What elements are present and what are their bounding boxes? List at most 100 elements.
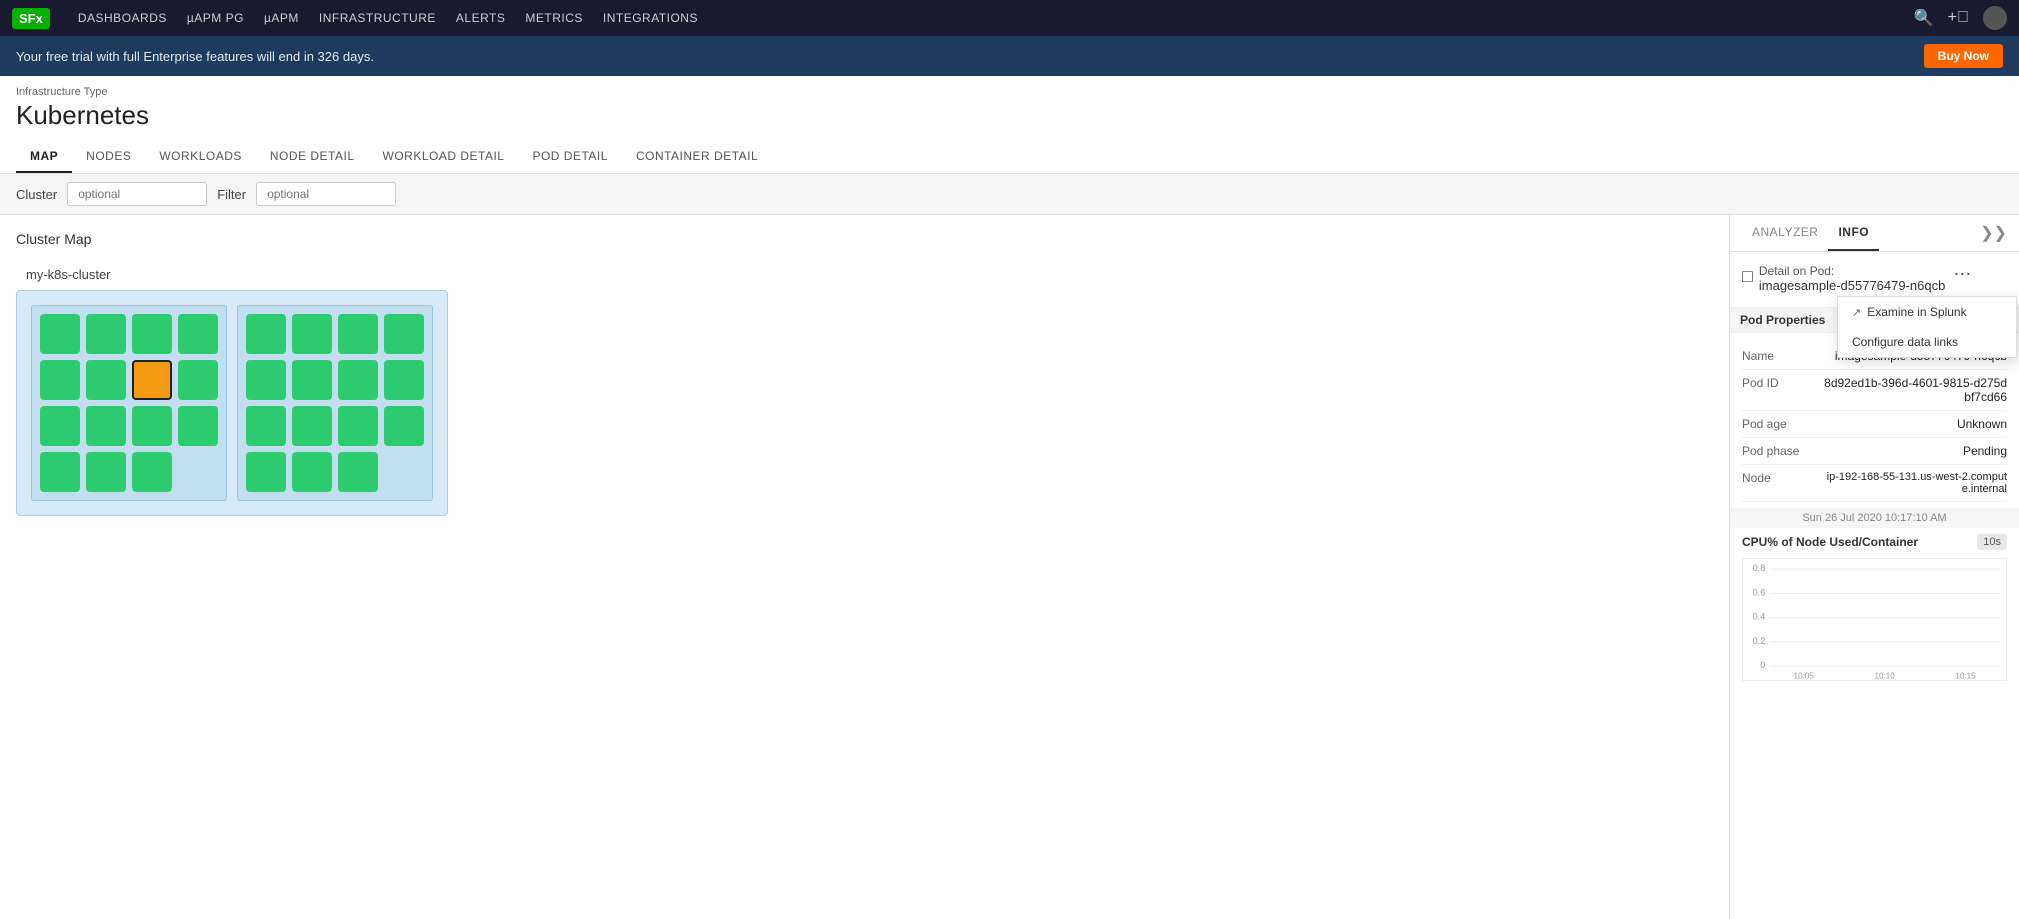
svg-text:0.6: 0.6	[1753, 587, 1766, 597]
panel-expand-icon[interactable]: ❯❯	[1980, 223, 2007, 243]
prop-pod-age: Pod age Unknown	[1742, 411, 2007, 438]
list-item[interactable]	[86, 406, 126, 446]
prop-pod-phase: Pod phase Pending	[1742, 438, 2007, 465]
filter-bar: Cluster Filter	[0, 174, 2019, 215]
nav-alerts[interactable]: ALERTS	[456, 11, 505, 25]
tab-nodes[interactable]: NODES	[72, 141, 145, 173]
main-layout: Cluster Map my-k8s-cluster	[0, 215, 2019, 919]
list-item[interactable]	[246, 406, 286, 446]
nav-uapm-pg[interactable]: µAPM PG	[187, 11, 244, 25]
list-item[interactable]	[178, 360, 218, 400]
cluster-map-title: Cluster Map	[16, 231, 1713, 247]
list-item[interactable]	[246, 452, 286, 492]
add-icon[interactable]: +⃝	[1948, 9, 1969, 27]
selected-pod-cell[interactable]	[132, 360, 172, 400]
tab-node-detail[interactable]: NODE DETAIL	[256, 141, 369, 173]
prop-pod-id: Pod ID 8d92ed1b-396d-4601-9815-d275dbf7c…	[1742, 370, 2007, 411]
list-item[interactable]	[384, 314, 424, 354]
sfx-logo[interactable]: SFx	[12, 8, 50, 29]
filter-label: Filter	[217, 187, 246, 202]
tab-map[interactable]: MAP	[16, 141, 72, 173]
list-item[interactable]	[132, 314, 172, 354]
list-item[interactable]	[384, 406, 424, 446]
filter-input[interactable]	[256, 182, 396, 206]
list-item[interactable]	[40, 314, 80, 354]
node-group-2	[237, 305, 433, 501]
prop-node: Node ip-192-168-55-131.us-west-2.compute…	[1742, 465, 2007, 502]
tab-workloads[interactable]: WORKLOADS	[145, 141, 256, 173]
list-item[interactable]	[86, 360, 126, 400]
svg-text:10:10: 10:10	[1875, 671, 1896, 680]
tab-workload-detail[interactable]: WORKLOAD DETAIL	[369, 141, 519, 173]
svg-text:10:15: 10:15	[1955, 671, 1976, 680]
list-item[interactable]	[292, 452, 332, 492]
list-item[interactable]	[338, 314, 378, 354]
svg-text:0.4: 0.4	[1753, 612, 1766, 622]
chart-section: CPU% of Node Used/Container 10s 0.8 0.6 …	[1742, 534, 2007, 681]
list-item[interactable]	[178, 406, 218, 446]
empty-cell	[178, 452, 218, 492]
nav-integrations[interactable]: INTEGRATIONS	[603, 11, 698, 25]
chart-title: CPU% of Node Used/Container	[1742, 535, 1918, 549]
infra-type-label: Infrastructure Type	[16, 86, 2003, 98]
svg-text:0.2: 0.2	[1753, 636, 1766, 646]
search-icon[interactable]: 🔍	[1914, 8, 1934, 28]
list-item[interactable]	[384, 360, 424, 400]
list-item[interactable]	[338, 406, 378, 446]
list-item[interactable]	[338, 360, 378, 400]
panel-tab-bar: ANALYZER INFO ❯❯	[1730, 215, 2019, 252]
list-item[interactable]	[246, 360, 286, 400]
cluster-input[interactable]	[67, 182, 207, 206]
chart-interval: 10s	[1977, 534, 2007, 550]
dropdown-menu: ↗ Examine in Splunk Configure data links	[1837, 296, 2017, 358]
more-options-button[interactable]: ⋯	[1951, 264, 1973, 285]
list-item[interactable]	[132, 452, 172, 492]
list-item[interactable]	[40, 406, 80, 446]
list-item[interactable]	[40, 360, 80, 400]
chart-header: CPU% of Node Used/Container 10s	[1742, 534, 2007, 550]
list-item[interactable]	[178, 314, 218, 354]
chart-area: 0.8 0.6 0.4 0.2 0 10:05 10:10	[1742, 558, 2007, 681]
list-item[interactable]	[292, 314, 332, 354]
buy-now-button[interactable]: Buy Now	[1924, 44, 2003, 68]
svg-text:0.8: 0.8	[1753, 563, 1766, 573]
pod-detail-header: □ Detail on Pod: imagesample-d55776479-n…	[1742, 264, 2007, 293]
list-item[interactable]	[292, 406, 332, 446]
cluster-container	[16, 290, 448, 516]
banner-message: Your free trial with full Enterprise fea…	[16, 49, 374, 64]
list-item[interactable]	[338, 452, 378, 492]
user-avatar[interactable]	[1983, 6, 2007, 30]
pod-detail-label: Detail on Pod:	[1759, 264, 1945, 278]
list-item[interactable]	[132, 406, 172, 446]
list-item[interactable]	[292, 360, 332, 400]
tab-info[interactable]: INFO	[1828, 215, 1879, 251]
trial-banner: Your free trial with full Enterprise fea…	[0, 36, 2019, 76]
tab-container-detail[interactable]: CONTAINER DETAIL	[622, 141, 772, 173]
configure-data-links-item[interactable]: Configure data links	[1838, 327, 2016, 357]
svg-text:0: 0	[1760, 660, 1765, 670]
examine-icon: ↗	[1852, 306, 1861, 319]
chart-svg: 0.8 0.6 0.4 0.2 0 10:05 10:10	[1743, 559, 2006, 680]
nav-uapm[interactable]: µAPM	[264, 11, 299, 25]
node-group-1	[31, 305, 227, 501]
nav-dashboards[interactable]: DASHBOARDS	[78, 11, 167, 25]
pod-icon: □	[1742, 266, 1753, 287]
nav-metrics[interactable]: METRICS	[525, 11, 583, 25]
svg-text:10:05: 10:05	[1794, 671, 1815, 680]
tab-pod-detail[interactable]: POD DETAIL	[518, 141, 621, 173]
examine-in-splunk-item[interactable]: ↗ Examine in Splunk	[1838, 297, 2016, 327]
pod-detail-text: Detail on Pod: imagesample-d55776479-n6q…	[1759, 264, 1945, 293]
nav-infrastructure[interactable]: INFRASTRUCTURE	[319, 11, 436, 25]
page-header: Infrastructure Type Kubernetes MAP NODES…	[0, 76, 2019, 174]
list-item[interactable]	[40, 452, 80, 492]
top-nav: SFx DASHBOARDS µAPM PG µAPM INFRASTRUCTU…	[0, 0, 2019, 36]
cluster-label: Cluster	[16, 187, 57, 202]
timestamp-bar: Sun 26 Jul 2020 10:17:10 AM	[1730, 508, 2019, 528]
list-item[interactable]	[86, 452, 126, 492]
tab-analyzer[interactable]: ANALYZER	[1742, 215, 1828, 251]
right-panel: ANALYZER INFO ❯❯ □ Detail on Pod: images…	[1729, 215, 2019, 919]
pod-name: imagesample-d55776479-n6qcb	[1759, 278, 1945, 293]
list-item[interactable]	[86, 314, 126, 354]
list-item[interactable]	[246, 314, 286, 354]
cluster-area: Cluster Map my-k8s-cluster	[0, 215, 1729, 919]
